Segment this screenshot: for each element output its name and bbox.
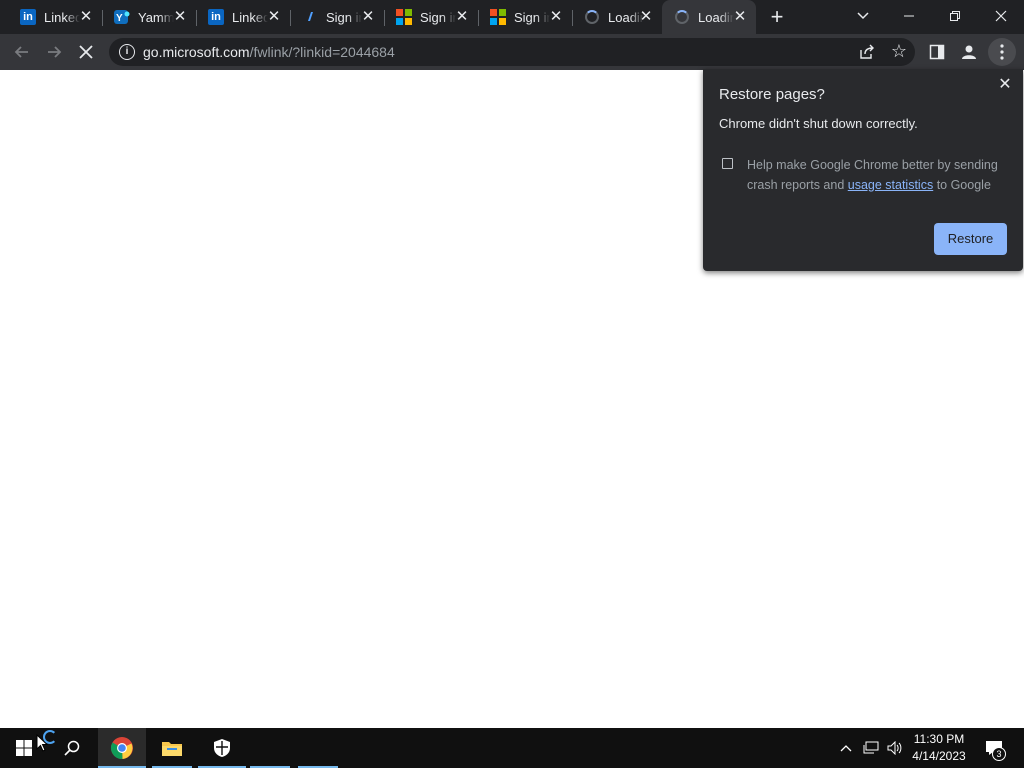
tab-sign-in-2[interactable]: Sign in ✕ [384, 0, 478, 34]
windows-icon [16, 740, 32, 756]
restore-window-button[interactable] [932, 0, 978, 32]
network-icon [863, 741, 879, 754]
taskbar-chrome[interactable] [98, 728, 146, 768]
microsoft-icon [396, 9, 412, 25]
share-icon[interactable] [859, 44, 875, 60]
tab-title: Loading [698, 9, 734, 25]
clock-date: 4/14/2023 [912, 749, 966, 763]
tab-linkedin-2[interactable]: in LinkedIn ✕ [196, 0, 290, 34]
action-center-button[interactable]: 3 [980, 728, 1008, 768]
close-icon[interactable]: ✕ [548, 9, 564, 25]
tab-title: Sign in [514, 9, 550, 25]
tab-title: Sign in [326, 9, 362, 25]
close-icon[interactable]: ✕ [172, 9, 188, 25]
url-host: go.microsoft.com [143, 44, 250, 60]
tab-strip: in LinkedIn ✕ Y Yammer ✕ in LinkedIn ✕ S… [0, 0, 1024, 34]
mouse-pointer-icon [36, 733, 49, 757]
volume-icon [887, 741, 902, 755]
close-icon[interactable]: ✕ [995, 75, 1015, 95]
checkbox-text-end: to Google [933, 178, 991, 192]
volume-button[interactable] [884, 728, 906, 768]
close-window-button[interactable] [978, 0, 1024, 32]
tab-title: Yammer [138, 9, 174, 25]
restore-pages-dialog: Restore pages? ✕ Chrome didn't shut down… [703, 69, 1023, 271]
close-icon [995, 10, 1007, 22]
show-hidden-icons-button[interactable] [836, 728, 856, 768]
minimize-button[interactable] [886, 0, 932, 32]
info-icon[interactable]: i [119, 44, 135, 60]
minimize-icon [904, 15, 914, 17]
stop-loading-button[interactable] [72, 38, 100, 66]
more-vertical-icon [1000, 44, 1004, 60]
tab-title: LinkedIn [44, 9, 80, 25]
new-tab-button[interactable]: + [765, 5, 789, 29]
folder-icon [162, 742, 182, 756]
back-button[interactable] [8, 38, 36, 66]
tab-yammer[interactable]: Y Yammer ✕ [102, 0, 196, 34]
linkedin-icon: in [20, 9, 36, 25]
menu-button[interactable] [988, 38, 1016, 66]
clock-time: 11:30 PM [913, 732, 965, 746]
arrow-right-icon [48, 46, 62, 58]
tab-title: Sign in [420, 9, 456, 25]
linkedin-icon: in [208, 9, 224, 25]
close-icon[interactable]: ✕ [266, 9, 282, 25]
tab-sign-in-1[interactable]: Sign in ✕ [290, 0, 384, 34]
close-icon[interactable]: ✕ [638, 9, 654, 25]
close-icon[interactable]: ✕ [732, 9, 748, 25]
yammer-icon [302, 9, 318, 25]
tab-loading-active[interactable]: Loading ✕ [662, 0, 756, 34]
tab-linkedin-1[interactable]: in LinkedIn ✕ [8, 0, 102, 34]
side-panel-button[interactable] [923, 38, 951, 66]
tab-title: LinkedIn [232, 9, 268, 25]
clock[interactable]: 11:30 PM 4/14/2023 [905, 731, 973, 765]
taskbar-file-explorer[interactable] [148, 728, 196, 768]
stop-icon [79, 45, 93, 59]
tab-sign-in-3[interactable]: Sign in ✕ [478, 0, 572, 34]
usage-statistics-link[interactable]: usage statistics [848, 178, 933, 192]
close-icon[interactable]: ✕ [360, 9, 376, 25]
close-icon[interactable]: ✕ [454, 9, 470, 25]
tab-loading-1[interactable]: Loading ✕ [572, 0, 662, 34]
restore-button[interactable]: Restore [934, 223, 1007, 255]
profile-button[interactable] [955, 38, 983, 66]
tab-search-button[interactable] [840, 0, 886, 32]
taskbar: 11:30 PM 4/14/2023 3 [0, 728, 1024, 768]
toolbar: i go.microsoft.com/fwlink/?linkid=204468… [0, 34, 1024, 70]
close-icon[interactable]: ✕ [78, 9, 94, 25]
url-path: /fwlink/?linkid=2044684 [249, 44, 395, 60]
microsoft-icon [490, 9, 506, 25]
arrow-left-icon [14, 46, 28, 58]
chevron-down-icon [857, 12, 869, 20]
dialog-title: Restore pages? [719, 86, 825, 103]
forward-button[interactable] [40, 38, 68, 66]
crash-report-checkbox[interactable] [722, 158, 733, 169]
loading-spinner-icon [584, 9, 600, 25]
bookmark-star-icon[interactable]: ☆ [891, 42, 907, 60]
dialog-message: Chrome didn't shut down correctly. [719, 116, 918, 131]
notification-count-badge: 3 [992, 747, 1006, 761]
chrome-icon [111, 737, 133, 760]
search-button[interactable] [48, 728, 96, 768]
crash-report-label: Help make Google Chrome better by sendin… [747, 155, 1005, 195]
taskbar-security[interactable] [198, 728, 246, 768]
loading-spinner-icon [674, 9, 690, 25]
svg-text:Y: Y [116, 13, 123, 24]
search-icon [64, 740, 80, 756]
side-panel-icon [929, 44, 945, 60]
profile-icon [962, 45, 976, 59]
yammer-icon: Y [114, 9, 130, 25]
network-button[interactable] [860, 728, 882, 768]
chevron-up-icon [840, 745, 852, 752]
restore-window-icon [950, 11, 960, 21]
shield-icon [214, 739, 230, 757]
address-bar[interactable]: i go.microsoft.com/fwlink/?linkid=204468… [109, 38, 915, 66]
